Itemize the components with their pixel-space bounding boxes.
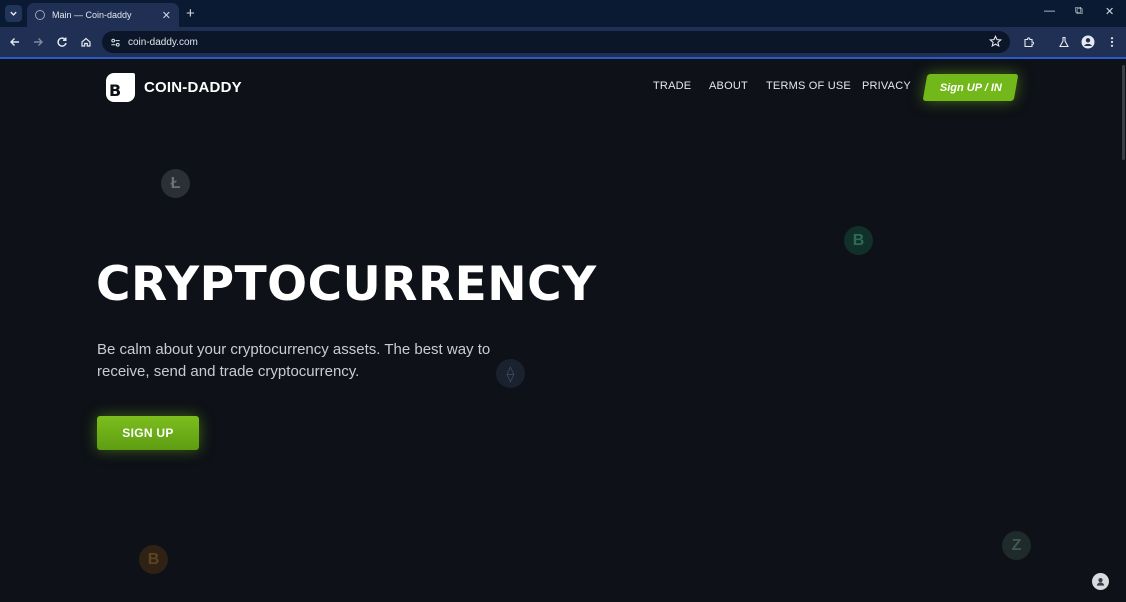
coin-symbol: Z xyxy=(1011,536,1022,554)
browser-tab-main[interactable]: Main — Coin-daddy ✕ xyxy=(27,3,179,27)
browser-tabbar: Main — Coin-daddy ✕ + — ⧉ ✕ xyxy=(0,0,1126,27)
bitcoin-green-icon: B xyxy=(844,226,873,255)
zcash-icon: Z xyxy=(1002,531,1031,560)
new-tab-button[interactable]: + xyxy=(186,5,195,22)
coin-symbol: Ł xyxy=(170,174,181,192)
minimize-button[interactable]: — xyxy=(1044,5,1055,17)
page-scrollbar[interactable] xyxy=(1121,59,1126,602)
coin-symbol: B xyxy=(852,231,865,249)
address-bar[interactable]: coin-daddy.com xyxy=(102,31,1010,53)
arrow-right-icon xyxy=(34,38,43,46)
home-icon xyxy=(81,37,91,47)
close-window-button[interactable]: ✕ xyxy=(1105,5,1114,18)
bookmark-star-icon[interactable] xyxy=(989,35,1002,48)
page-viewport: B COIN-DADDY TRADE ABOUT TERMS OF USE PR… xyxy=(0,59,1126,602)
logo-mark-icon: B xyxy=(106,73,135,102)
extensions-button[interactable] xyxy=(1021,34,1037,50)
profile-avatar-icon xyxy=(1081,35,1095,49)
url-text[interactable]: coin-daddy.com xyxy=(128,37,198,48)
hero-sign-up-button[interactable]: SIGN UP xyxy=(97,416,199,450)
nav-terms-of-use[interactable]: TERMS OF USE xyxy=(766,80,851,92)
flask-icon xyxy=(1059,36,1069,48)
bitcoin-orange-icon: B xyxy=(139,545,168,574)
scrollbar-thumb[interactable] xyxy=(1122,65,1125,160)
puzzle-icon xyxy=(1024,37,1035,48)
browser-toolbar: coin-daddy.com xyxy=(0,27,1126,57)
site-name: COIN-DADDY xyxy=(144,79,242,96)
back-button[interactable] xyxy=(7,34,23,50)
hero-title: CRYPTOCURRENCY xyxy=(96,257,597,312)
more-vertical-icon xyxy=(1110,37,1114,47)
home-button[interactable] xyxy=(78,34,94,50)
sign-up-in-label: Sign UP / IN xyxy=(939,81,1002,94)
nav-trade[interactable]: TRADE xyxy=(653,80,691,92)
forward-button[interactable] xyxy=(30,34,46,50)
tab-close-icon[interactable]: ✕ xyxy=(162,9,171,22)
litecoin-icon: Ł xyxy=(161,169,190,198)
sign-up-in-button[interactable]: Sign UP / IN xyxy=(922,74,1019,101)
reload-button[interactable] xyxy=(54,34,70,50)
chevron-down-icon xyxy=(10,11,17,16)
browser-menu-button[interactable] xyxy=(1104,34,1120,50)
coin-symbol: B xyxy=(147,550,160,568)
logo-glyph: B xyxy=(109,81,122,100)
globe-icon xyxy=(35,10,45,20)
reload-icon xyxy=(57,37,67,47)
site-info-icon[interactable] xyxy=(110,37,121,48)
arrow-left-icon xyxy=(10,38,19,46)
labs-button[interactable] xyxy=(1056,34,1072,50)
support-chat-icon xyxy=(1096,578,1105,586)
profile-button[interactable] xyxy=(1080,34,1096,50)
tab-search-button[interactable] xyxy=(5,5,22,22)
tab-title: Main — Coin-daddy xyxy=(52,10,132,20)
nav-privacy[interactable]: PRIVACY xyxy=(862,80,911,92)
support-chat-button[interactable] xyxy=(1092,573,1109,590)
hero-subtitle: Be calm about your cryptocurrency assets… xyxy=(97,341,491,380)
restore-button[interactable]: ⧉ xyxy=(1075,5,1083,18)
site-logo[interactable]: B COIN-DADDY xyxy=(106,73,242,102)
hero-sign-up-label: SIGN UP xyxy=(122,426,174,440)
nav-about[interactable]: ABOUT xyxy=(709,80,748,92)
